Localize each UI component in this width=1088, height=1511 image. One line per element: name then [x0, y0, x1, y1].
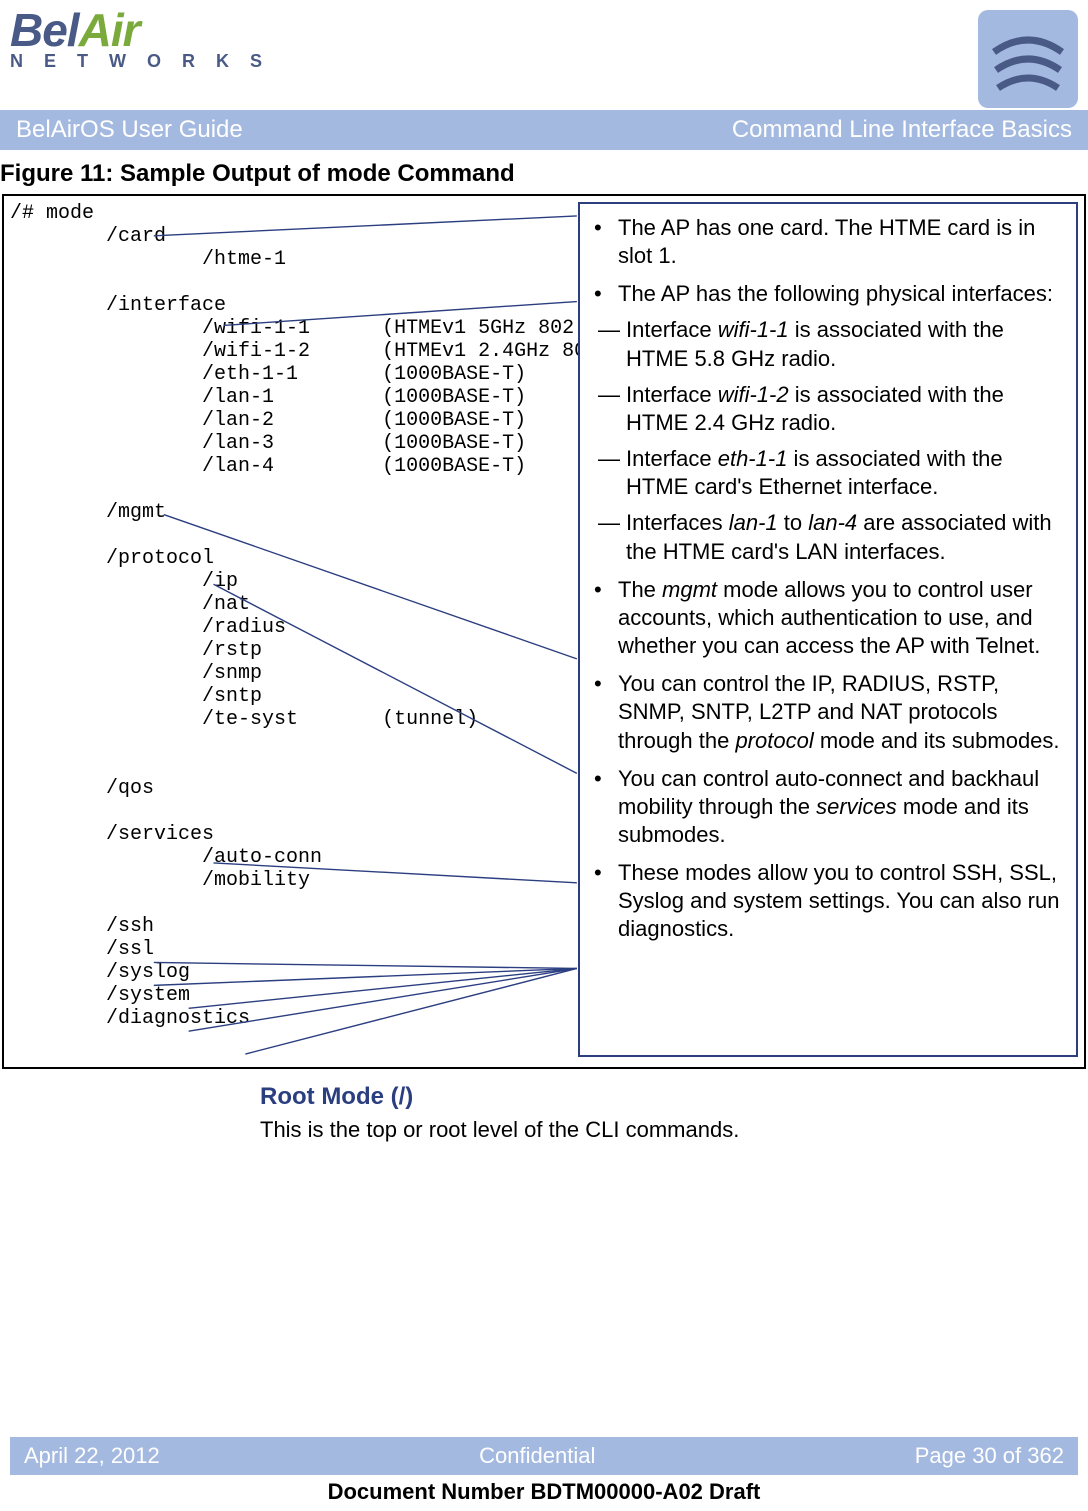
cli-radius: /radius — [202, 616, 286, 639]
footer-bar: April 22, 2012 Confidential Page 30 of 3… — [10, 1437, 1078, 1475]
callout-4: You can control the IP, RADIUS, RSTP, SN… — [618, 670, 1062, 754]
header-decoration-icon — [978, 10, 1078, 108]
guide-title: BelAirOS User Guide — [16, 116, 243, 144]
cli-lan4-desc: (1000BASE-T) — [382, 455, 526, 478]
callout-3: The mgmt mode allows you to control user… — [618, 576, 1062, 660]
logo: BelAir N E T W O R K S — [10, 10, 270, 72]
cli-lan3-desc: (1000BASE-T) — [382, 432, 526, 455]
cli-lan4: /lan-4 — [202, 455, 274, 478]
footer-confidential: Confidential — [479, 1443, 595, 1469]
cli-autoconn: /auto-conn — [202, 846, 322, 869]
cli-wifi11: /wifi-1-1 — [202, 317, 310, 340]
cli-htme1: /htme-1 — [202, 248, 286, 271]
cli-lan2-desc: (1000BASE-T) — [382, 409, 526, 432]
callout-2-2: Interface wifi-1-2 is associated with th… — [622, 381, 1062, 437]
cli-mobility: /mobility — [202, 869, 310, 892]
cli-system: /system — [106, 984, 190, 1007]
callout-box: The AP has one card. The HTME card is in… — [578, 202, 1078, 1057]
cli-root: /# mode — [10, 202, 94, 225]
page-header: BelAir N E T W O R K S — [0, 0, 1088, 110]
cli-rstp: /rstp — [202, 639, 262, 662]
cli-lan1: /lan-1 — [202, 386, 274, 409]
cli-protocol: /protocol — [106, 547, 214, 570]
cli-nat: /nat — [202, 593, 250, 616]
figure-caption: Figure 11: Sample Output of mode Command — [0, 150, 1088, 194]
cli-wifi12: /wifi-1-2 — [202, 340, 310, 363]
cli-output: /# mode /card /htme-1 /interface /wifi-1… — [10, 202, 658, 1030]
logo-subtext: N E T W O R K S — [10, 51, 270, 72]
callout-2-3: Interface eth-1-1 is associated with the… — [622, 445, 1062, 501]
chapter-title: Command Line Interface Basics — [732, 116, 1072, 144]
footer-date: April 22, 2012 — [24, 1443, 160, 1469]
cli-lan3: /lan-3 — [202, 432, 274, 455]
callout-2-4: Interfaces lan-1 to lan-4 are associated… — [622, 509, 1062, 565]
footer-page: Page 30 of 362 — [915, 1443, 1064, 1469]
cli-mgmt: /mgmt — [106, 501, 166, 524]
cli-qos: /qos — [106, 777, 154, 800]
cli-interface: /interface — [106, 294, 226, 317]
body-content: Root Mode (/) This is the top or root le… — [0, 1069, 1088, 1143]
cli-ssl: /ssl — [106, 938, 154, 961]
callout-6: These modes allow you to control SSH, SS… — [618, 859, 1062, 943]
title-bar: BelAirOS User Guide Command Line Interfa… — [0, 110, 1088, 150]
logo-text-bel: Bel — [10, 4, 79, 56]
cli-card: /card — [106, 225, 166, 248]
document-number: Document Number BDTM00000-A02 Draft — [0, 1479, 1088, 1505]
cli-diagnostics: /diagnostics — [106, 1007, 250, 1030]
cli-tesyst-desc: (tunnel) — [382, 708, 478, 731]
logo-text-air: Air — [79, 4, 140, 56]
callout-1: The AP has one card. The HTME card is in… — [618, 214, 1062, 270]
cli-eth11-desc: (1000BASE-T) — [382, 363, 526, 386]
callout-5: You can control auto-connect and backhau… — [618, 765, 1062, 849]
cli-lan2: /lan-2 — [202, 409, 274, 432]
callout-2: The AP has the following physical interf… — [618, 280, 1062, 565]
cli-eth11: /eth-1-1 — [202, 363, 298, 386]
cli-snmp: /snmp — [202, 662, 262, 685]
cli-ip: /ip — [202, 570, 238, 593]
cli-ssh: /ssh — [106, 915, 154, 938]
section-body: This is the top or root level of the CLI… — [260, 1117, 1028, 1143]
section-heading: Root Mode (/) — [260, 1083, 1028, 1111]
cli-syslog: /syslog — [106, 961, 190, 984]
cli-sntp: /sntp — [202, 685, 262, 708]
figure-box: /# mode /card /htme-1 /interface /wifi-1… — [2, 194, 1086, 1069]
cli-services: /services — [106, 823, 214, 846]
cli-tesyst: /te-syst — [202, 708, 298, 731]
callout-2-1: Interface wifi-1-1 is associated with th… — [622, 316, 1062, 372]
cli-lan1-desc: (1000BASE-T) — [382, 386, 526, 409]
